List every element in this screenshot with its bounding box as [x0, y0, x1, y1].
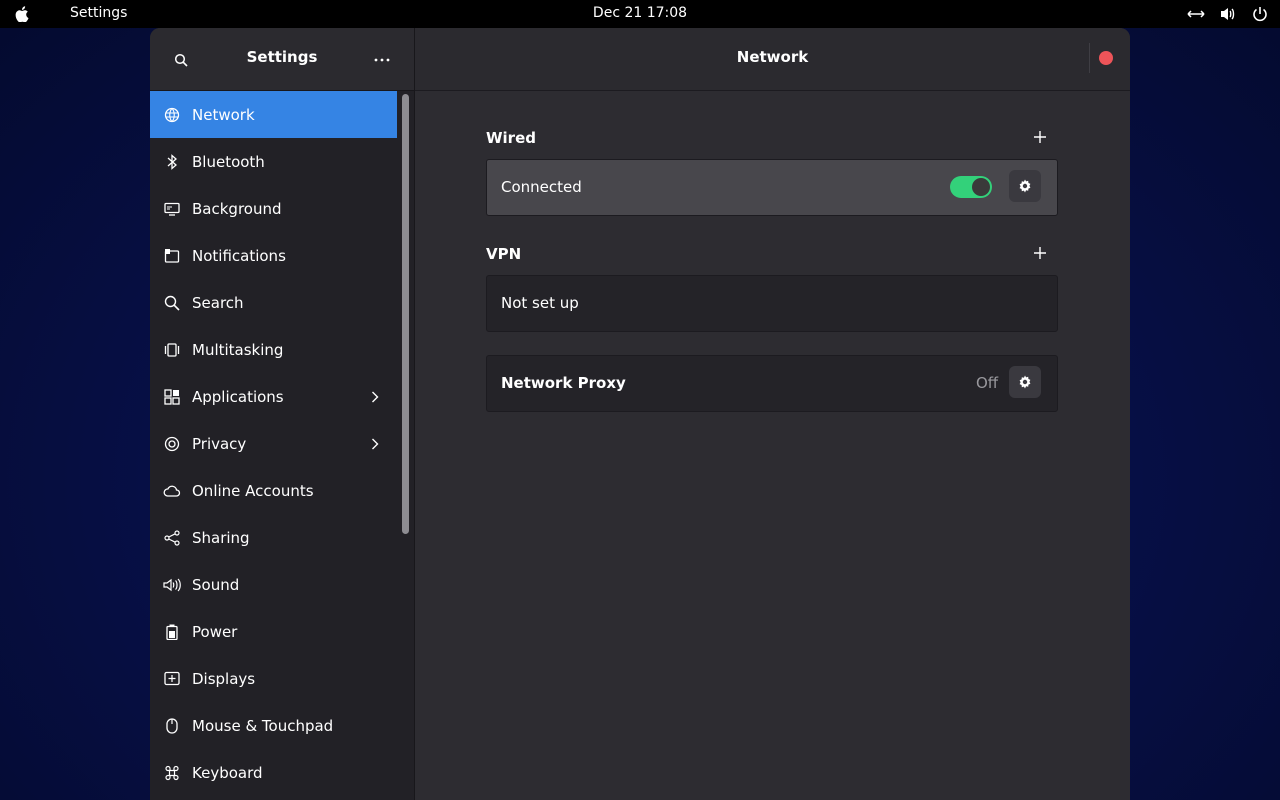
wired-section-title: Wired [486, 129, 536, 147]
sidebar-item-bluetooth[interactable]: Bluetooth [150, 138, 397, 185]
sidebar-item-label: Bluetooth [192, 152, 265, 171]
vpn-row: Not set up [486, 275, 1058, 332]
sidebar-item-background[interactable]: Background [150, 185, 397, 232]
vpn-status: Not set up [501, 294, 579, 312]
more-menu-icon[interactable] [370, 49, 394, 71]
command-key-icon [163, 764, 181, 782]
mouse-icon [163, 717, 181, 735]
network-proxy-row[interactable]: Network Proxy Off [486, 355, 1058, 412]
chevron-right-icon [368, 390, 382, 404]
network-wired-icon[interactable] [1186, 4, 1206, 24]
battery-icon [163, 623, 181, 641]
notifications-icon [163, 247, 181, 265]
sidebar-item-label: Mouse & Touchpad [192, 716, 334, 735]
plus-icon [1034, 131, 1046, 143]
clock[interactable]: Dec 21 17:08 [593, 5, 687, 21]
vpn-section-title: VPN [486, 245, 522, 263]
sidebar-item-label: Notifications [192, 246, 286, 265]
volume-icon[interactable] [1218, 4, 1238, 24]
sidebar-item-power[interactable]: Power [150, 608, 397, 655]
multitasking-icon [163, 341, 181, 359]
sidebar-item-label: Power [192, 622, 238, 641]
sidebar-item-applications[interactable]: Applications [150, 373, 397, 420]
wired-status: Connected [501, 178, 582, 196]
sidebar-item-displays[interactable]: Displays [150, 655, 397, 702]
close-window-button[interactable] [1099, 51, 1113, 65]
sidebar-item-privacy[interactable]: Privacy [150, 420, 397, 467]
display-icon [163, 670, 181, 688]
bluetooth-icon [163, 153, 181, 171]
sidebar-item-sound[interactable]: Sound [150, 561, 397, 608]
sidebar-item-label: Sound [192, 575, 240, 594]
sidebar-item-keyboard[interactable]: Keyboard [150, 749, 397, 796]
sidebar-item-label: Search [192, 293, 244, 312]
add-vpn-button[interactable] [1027, 240, 1053, 266]
applications-icon [163, 388, 181, 406]
settings-window: Settings Network Bluetooth Background No… [150, 28, 1130, 800]
sidebar-item-label: Sharing [192, 528, 250, 547]
sidebar-title: Settings [246, 48, 318, 66]
content-header: Network [415, 28, 1130, 91]
power-icon[interactable] [1250, 4, 1270, 24]
page-title: Network [736, 48, 809, 66]
sidebar-header: Settings [150, 28, 414, 91]
search-icon[interactable] [170, 49, 192, 71]
proxy-label: Network Proxy [501, 374, 626, 392]
proxy-value: Off [976, 374, 999, 392]
top-bar: Settings Dec 21 17:08 [0, 0, 1280, 28]
sidebar-item-label: Multitasking [192, 340, 284, 359]
display-background-icon [163, 200, 181, 218]
header-separator [1089, 43, 1090, 73]
sidebar-item-network[interactable]: Network [150, 91, 397, 138]
sidebar-item-label: Applications [192, 387, 284, 406]
wired-settings-button[interactable] [1009, 170, 1041, 202]
sidebar-item-mouse-touchpad[interactable]: Mouse & Touchpad [150, 702, 397, 749]
sidebar-scrollbar[interactable] [402, 94, 409, 534]
sidebar-item-sharing[interactable]: Sharing [150, 514, 397, 561]
apple-logo-icon[interactable] [14, 5, 30, 23]
add-wired-button[interactable] [1027, 124, 1053, 150]
sidebar-item-label: Online Accounts [192, 481, 314, 500]
network-panel: Wired Connected VPN Not set up Network P… [415, 91, 1130, 800]
speaker-icon [163, 576, 181, 594]
sidebar-item-search[interactable]: Search [150, 279, 397, 326]
sidebar-item-multitasking[interactable]: Multitasking [150, 326, 397, 373]
app-menu[interactable]: Settings [70, 5, 127, 21]
toggle-knob [972, 178, 990, 196]
privacy-icon [163, 435, 181, 453]
sidebar-item-label: Keyboard [192, 763, 263, 782]
sidebar-item-label: Background [192, 199, 282, 218]
chevron-right-icon [368, 437, 382, 451]
sidebar-nav: Network Bluetooth Background Notificatio… [150, 91, 397, 796]
sidebar-item-online-accounts[interactable]: Online Accounts [150, 467, 397, 514]
system-tray[interactable] [1186, 4, 1270, 24]
sidebar-item-notifications[interactable]: Notifications [150, 232, 397, 279]
sidebar-item-label: Displays [192, 669, 256, 688]
search-icon [163, 294, 181, 312]
wired-toggle[interactable] [950, 176, 992, 198]
proxy-settings-button[interactable] [1009, 366, 1041, 398]
globe-icon [163, 106, 181, 124]
sidebar-item-label: Network [192, 105, 255, 124]
wired-connection-row[interactable]: Connected [486, 159, 1058, 216]
plus-icon [1034, 247, 1046, 259]
share-icon [163, 529, 181, 547]
gear-icon [1019, 375, 1031, 389]
sidebar-item-label: Privacy [192, 434, 247, 453]
sidebar: Settings Network Bluetooth Background No… [150, 28, 415, 800]
gear-icon [1019, 179, 1031, 193]
cloud-icon [163, 482, 181, 500]
